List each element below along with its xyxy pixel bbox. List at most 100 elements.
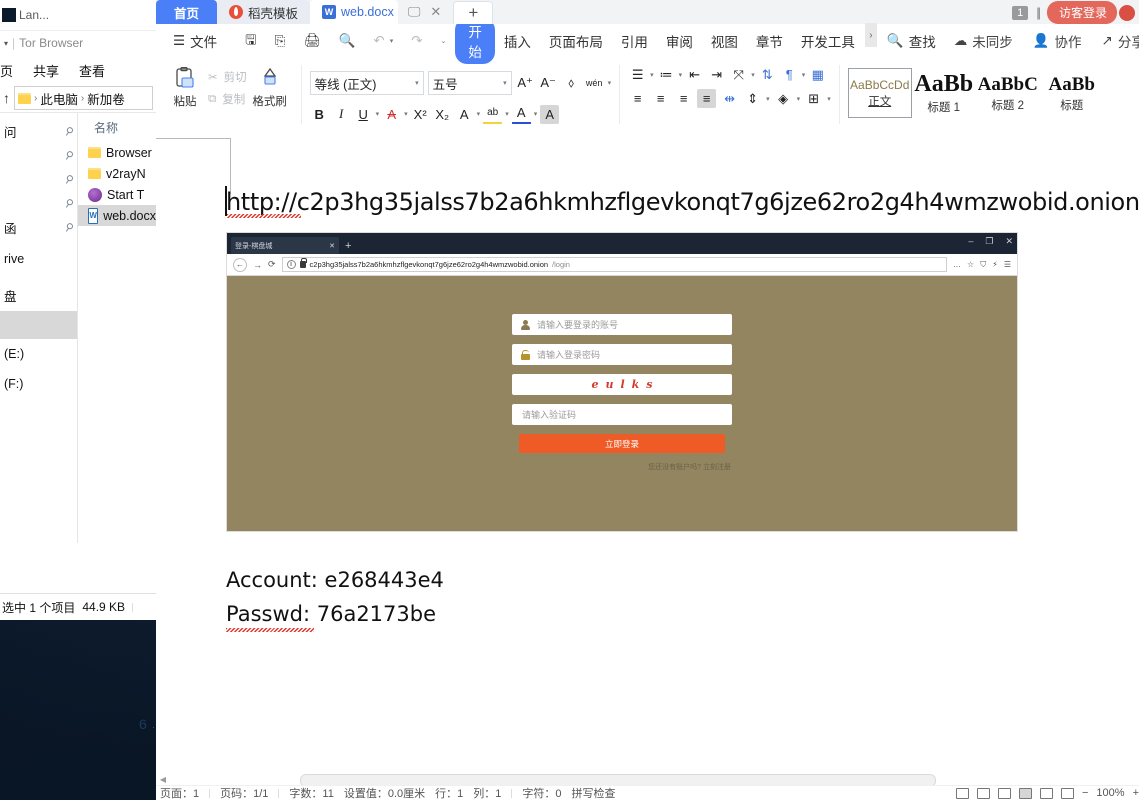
- ribbon-tab-share[interactable]: 共享: [33, 61, 59, 80]
- web-view-icon[interactable]: [997, 787, 1011, 799]
- ribbon-tab-start[interactable]: 开始: [455, 18, 495, 64]
- guest-login-button[interactable]: 访客登录: [1046, 1, 1117, 24]
- wps-statusbar[interactable]: 页面：1 页码：1/1 字数：11 设置值：0.0厘米 行：1 列：1 字符：0…: [156, 785, 1139, 800]
- collaborate-button[interactable]: 👤 协作: [1024, 31, 1091, 51]
- numbered-list-icon[interactable]: ≔: [657, 65, 676, 84]
- chevron-down-icon[interactable]: ▾: [390, 37, 394, 45]
- print-preview-icon[interactable]: 🔍: [330, 33, 365, 49]
- nav-item-9[interactable]: (F:): [0, 369, 77, 399]
- document-page[interactable]: http://c2p3hg35jalss7b2a6hkmhzflgevkonqt…: [156, 124, 1139, 772]
- chevron-down-icon[interactable]: ▾: [608, 79, 612, 87]
- strikethrough-button[interactable]: A: [382, 105, 401, 124]
- horizontal-scrollbar[interactable]: ◀: [156, 772, 1139, 787]
- column-header-name[interactable]: 名称: [78, 117, 156, 142]
- undo-button[interactable]: ↶ ▾: [364, 33, 402, 49]
- ribbon-tab-view[interactable]: 查看: [79, 61, 105, 80]
- ribbon-tab-page-layout[interactable]: 页面布局: [540, 31, 612, 51]
- bold-button[interactable]: B: [310, 105, 329, 124]
- page-view-icon[interactable]: [955, 787, 969, 799]
- monitor-icon[interactable]: 🖵: [408, 4, 421, 20]
- chevron-down-icon[interactable]: ▾: [766, 95, 770, 103]
- pin-icon[interactable]: ⚲: [62, 147, 76, 162]
- cut-button[interactable]: ✂ 剪切: [208, 69, 247, 85]
- chevron-down-icon[interactable]: ▾: [751, 71, 755, 79]
- pin-icon[interactable]: ⚲: [62, 123, 76, 138]
- chevron-down-icon[interactable]: ▾: [505, 110, 509, 118]
- pin-icon[interactable]: ⚲: [62, 171, 76, 186]
- nav-item-6[interactable]: 盘: [0, 279, 77, 311]
- tab-document-web-docx[interactable]: W web.docx: [310, 0, 398, 24]
- nav-item-0[interactable]: 问 ⚲: [0, 119, 77, 143]
- sync-status-button[interactable]: ☁ 未同步: [945, 31, 1022, 51]
- align-right-icon[interactable]: ≡: [674, 89, 693, 108]
- bullet-list-icon[interactable]: ☰: [628, 65, 647, 84]
- line-spacing-icon[interactable]: ⇕: [743, 89, 762, 108]
- chevron-down-icon[interactable]: ▾: [679, 71, 683, 79]
- account-line[interactable]: Account: e268443e4: [226, 568, 444, 592]
- pinyin-guide-button[interactable]: wén: [585, 74, 604, 93]
- align-center-icon[interactable]: ≡: [651, 89, 670, 108]
- wps-tabbar[interactable]: 首页 稻壳模板 W web.docx 🖵 ✕ + 1 || 访客登录: [156, 0, 1139, 24]
- pin-icon[interactable]: ⚲: [62, 195, 76, 210]
- share-button[interactable]: ↗ 分享: [1093, 31, 1139, 51]
- shrink-font-button[interactable]: A⁻: [539, 74, 558, 93]
- new-tab-button[interactable]: +: [453, 1, 494, 24]
- char-border-button[interactable]: A: [455, 105, 474, 124]
- underline-button[interactable]: U: [354, 105, 373, 124]
- up-arrow-icon[interactable]: ↑: [3, 90, 10, 106]
- passwd-line[interactable]: Passwd: 76a2173be: [226, 602, 436, 626]
- qat-more-icon[interactable]: ⌄: [432, 37, 456, 45]
- style-heading-1[interactable]: AaBb 标题 1: [912, 68, 976, 118]
- ribbon-tab-view[interactable]: 视图: [702, 31, 747, 51]
- breadcrumb-volume[interactable]: 新加卷: [87, 89, 125, 108]
- zoom-out-button[interactable]: −: [1082, 787, 1088, 799]
- breadcrumb[interactable]: › 此电脑 › 新加卷: [14, 86, 153, 110]
- nav-item-1[interactable]: ⚲: [0, 143, 77, 167]
- save-as-icon[interactable]: ⎘: [266, 33, 295, 49]
- borders-icon[interactable]: ⊞: [804, 89, 823, 108]
- close-icon[interactable]: ✕: [430, 4, 441, 20]
- ribbon-tab-references[interactable]: 引用: [612, 31, 657, 51]
- scroll-track[interactable]: [170, 773, 1139, 787]
- chevron-down-icon[interactable]: ▾: [376, 110, 380, 118]
- decrease-indent-icon[interactable]: ⇤: [685, 65, 704, 84]
- style-heading-2[interactable]: AaBbC 标题 2: [976, 68, 1040, 118]
- list-item-selected[interactable]: W web.docx: [78, 205, 156, 226]
- chevron-down-icon[interactable]: ▾: [415, 79, 419, 87]
- address-bar-row[interactable]: ↑ › 此电脑 › 新加卷: [0, 84, 156, 112]
- font-color-button[interactable]: A: [511, 103, 531, 125]
- font-size-select[interactable]: 五号 ▾: [427, 71, 512, 95]
- align-left-icon[interactable]: ≡: [628, 89, 647, 108]
- navigation-pane[interactable]: 问 ⚲ ⚲ ⚲ ⚲ 函 ⚲ rive 盘 (E:) (F:): [0, 113, 78, 543]
- statusbar-right-group[interactable]: − 100% +: [955, 787, 1139, 799]
- zoom-in-button[interactable]: +: [1133, 787, 1139, 799]
- tab-tools[interactable]: 🖵 ✕: [398, 4, 449, 24]
- shading-icon[interactable]: ◈: [774, 89, 793, 108]
- ribbon-tab-review[interactable]: 审阅: [657, 31, 702, 51]
- nav-item-4[interactable]: 函 ⚲: [0, 215, 77, 239]
- list-item[interactable]: v2rayN: [78, 163, 156, 184]
- chevron-down-icon[interactable]: ▾: [477, 110, 481, 118]
- ribbon-tab-chapter[interactable]: 章节: [747, 31, 792, 51]
- wps-menubar[interactable]: ☰ 文件 🖫 ⎘ 🖨 🔍 ↶ ▾ ↷ ⌄ 开始 插入 页面布局 引用 审阅 视图 …: [156, 18, 1139, 64]
- nav-item-3[interactable]: ⚲: [0, 191, 77, 215]
- increase-indent-icon[interactable]: ⇥: [707, 65, 726, 84]
- list-item[interactable]: Browser: [78, 142, 156, 163]
- ribbon-overflow-arrow-icon[interactable]: ›: [864, 23, 877, 47]
- avatar[interactable]: [1119, 4, 1135, 21]
- status-word-count[interactable]: 字数：11: [289, 786, 333, 800]
- file-explorer-window[interactable]: Lan... ▾ | Tor Browser 页 共享 查看 ↑ › 此电脑 ›…: [0, 0, 157, 620]
- styles-gallery[interactable]: AaBbCcDd 正文 AaBb 标题 1 AaBbC 标题 2 AaBb 标题: [847, 63, 1104, 118]
- pin-icon[interactable]: ⚲: [62, 219, 76, 234]
- breadcrumb-this-pc[interactable]: 此电脑: [40, 89, 78, 108]
- nav-item-8[interactable]: (E:): [0, 339, 77, 369]
- find-button[interactable]: 🔍 查找: [878, 31, 945, 51]
- italic-button[interactable]: I: [332, 105, 351, 124]
- chevron-down-icon[interactable]: ▾: [802, 71, 806, 79]
- grow-font-button[interactable]: A⁺: [516, 74, 535, 93]
- ribbon-tab-developer[interactable]: 开发工具 ›: [792, 23, 877, 51]
- char-shading-button[interactable]: A: [540, 104, 560, 124]
- nav-item-2[interactable]: ⚲: [0, 167, 77, 191]
- copy-button[interactable]: ⧉ 复制: [208, 91, 247, 107]
- wps-office-window[interactable]: 首页 稻壳模板 W web.docx 🖵 ✕ + 1 || 访客登录 ☰ 文件 …: [156, 0, 1139, 800]
